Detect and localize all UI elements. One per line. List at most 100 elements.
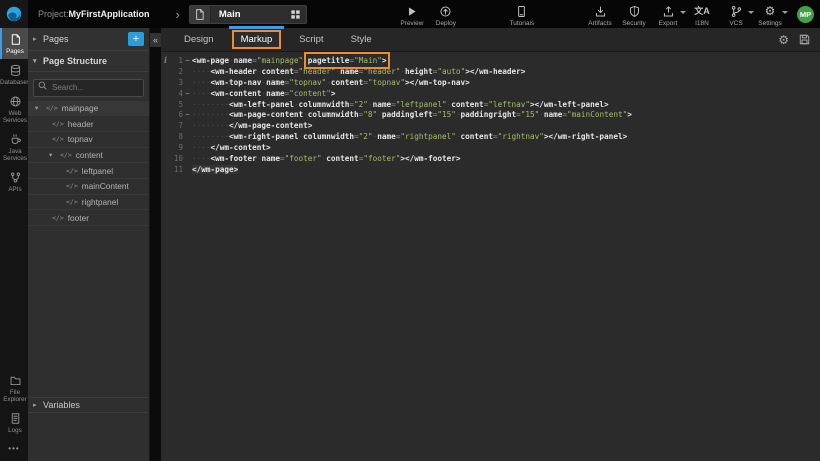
tree-item-mainpage[interactable]: ▾</>mainpage [28,101,149,117]
sidebar-item-web-services[interactable]: Web Services [0,90,28,128]
sidebar-item-java-services[interactable]: Java Services [0,128,28,166]
avatar[interactable]: MP [797,6,814,23]
pages-label: Pages [6,48,24,55]
export-button[interactable]: Export [653,2,683,27]
variables-section-label: Variables [43,400,80,410]
top-bar: Project:MyFirstApplication › Main Previe… [0,0,820,28]
code-icon: </> [66,198,78,206]
code-line[interactable]: 5········<wm-left-panel·columnwidth="2"·… [161,99,820,110]
page-structure-label: Page Structure [43,56,107,66]
line-number: 4 [170,89,183,98]
artifacts-button[interactable]: Artifacts [585,2,615,27]
more-options-button[interactable]: ••• [0,438,28,461]
search-icon [37,80,48,91]
vcs-button[interactable]: VCS [721,2,751,27]
code-line[interactable]: 3····<wm-top-nav·name="topnav"·content="… [161,77,820,88]
play-icon [405,5,418,18]
save-icon[interactable] [798,33,811,46]
editor-tabs: Design Markup Script Style [177,32,379,47]
tree-item-label: footer [68,213,89,223]
tutorials-label: Tutorials [510,20,535,27]
panel-edge-strip: « [150,28,161,461]
editor-area: Design Markup Script Style ⚙ i1−<wm-page·na… [161,28,820,461]
tab-design[interactable]: Design [177,32,221,47]
code-text: </wm-page> [192,165,238,174]
apis-label: APIs [8,186,21,193]
code-line[interactable]: 6−········<wm-page-content·columnwidth="… [161,109,820,120]
code-text: ········</wm-page-content> [192,121,312,130]
code-text: ····</wm-content> [192,143,271,152]
line-number: 2 [170,67,183,76]
tree-item-footer[interactable]: </>footer [28,210,149,226]
code-line[interactable]: 11</wm-page> [161,164,820,175]
line-number: 10 [170,154,183,163]
tutorials-button[interactable]: Tutorials [507,2,537,27]
code-line[interactable]: 8········<wm-right-panel·columnwidth="2"… [161,131,820,142]
code-line[interactable]: 4−····<wm-content·name="content"> [161,88,820,99]
settings-button[interactable]: ⚙Settings [755,2,785,27]
collapse-panel-button[interactable]: « [150,33,161,47]
sidebar-item-apis[interactable]: APIs [0,166,28,197]
search-input[interactable] [33,79,144,97]
code-editor[interactable]: i1−<wm-page·name="mainpage"·pagetitle="M… [161,52,820,461]
panel-bottom-spacer [28,413,149,461]
tree-item-topnav[interactable]: </>topnav [28,132,149,148]
variables-section-header[interactable]: ▸ Variables [28,397,149,413]
tab-script[interactable]: Script [292,32,330,47]
code-line[interactable]: 7 ········</wm-page-content> [161,120,820,131]
code-line[interactable]: 2····<wm-header·content="header"·name="h… [161,66,820,77]
caret-down-icon[interactable]: ▾ [35,104,46,112]
project-breadcrumb: Project:MyFirstApplication [38,9,150,19]
code-line[interactable]: 10····<wm-footer·name="footer"·content="… [161,153,820,164]
sidebar-item-logs[interactable]: Logs [0,407,28,438]
tree-item-label: rightpanel [82,197,118,207]
deploy-label: Deploy [436,20,456,27]
page-selector[interactable]: Main [189,5,307,24]
preview-button[interactable]: Preview [397,2,427,27]
fold-toggle-icon[interactable]: − [183,89,192,98]
chevron-down-icon [748,11,754,14]
tree-item-header[interactable]: </>header [28,116,149,132]
java-services-label: Java Services [3,148,27,162]
code-text: ········<wm-page-content·columnwidth="8"… [192,110,632,119]
line-number: 7 [170,121,183,130]
i18n-button[interactable]: 文AI18N [687,2,717,27]
line-number: 3 [170,78,183,87]
logs-label: Logs [8,427,22,434]
caret-down-icon[interactable]: ▾ [49,151,60,159]
plug-icon [9,171,22,184]
page-structure-header[interactable]: ▾ Page Structure [28,51,149,72]
fold-toggle-icon[interactable]: − [183,56,192,65]
line-number: 1 [170,56,183,65]
line-number: 8 [170,132,183,141]
security-button[interactable]: Security [619,2,649,27]
toolbar-right-group: ArtifactsSecurityExport文AI18NVCS⚙Setting… [583,2,787,27]
pages-section-header[interactable]: ▸ Pages + [28,28,149,51]
add-page-button[interactable]: + [128,32,144,46]
tab-markup[interactable]: Markup [234,32,280,47]
tab-style[interactable]: Style [344,32,379,47]
tree-item-rightpanel[interactable]: </> rightpanel [28,195,149,211]
pages-section-label: Pages [43,34,69,44]
sidebar-item-databases[interactable]: Databases [0,59,28,90]
fold-toggle-icon[interactable]: − [183,110,192,119]
tree-item-mainContent[interactable]: </>mainContent [28,179,149,195]
globe-icon [9,95,22,108]
sidebar-item-file-explorer[interactable]: File Explorer [0,369,28,407]
sidebar-item-pages[interactable]: Pages [0,28,28,59]
tree-item-content[interactable]: ▾</>content [28,148,149,164]
tree-item-label: content [76,150,103,160]
tray-down-icon [594,5,607,18]
grid-icon[interactable] [290,9,301,20]
page-selector-label: Main [211,9,290,20]
markup-settings-icon[interactable]: ⚙ [778,34,789,46]
code-line[interactable]: i1−<wm-page·name="mainpage"·pagetitle="M… [161,55,820,66]
code-line[interactable]: 9····</wm-content> [161,142,820,153]
tray-up-icon [662,5,675,18]
project-name: MyFirstApplication [69,9,150,19]
tree-item-leftpanel[interactable]: </>leftpanel [28,163,149,179]
preview-label: Preview [400,20,423,27]
wavemaker-logo-icon[interactable] [0,0,28,28]
deploy-button[interactable]: Deploy [431,2,461,27]
code-text: <wm-page·name="mainpage"·pagetitle="Main… [192,56,386,65]
